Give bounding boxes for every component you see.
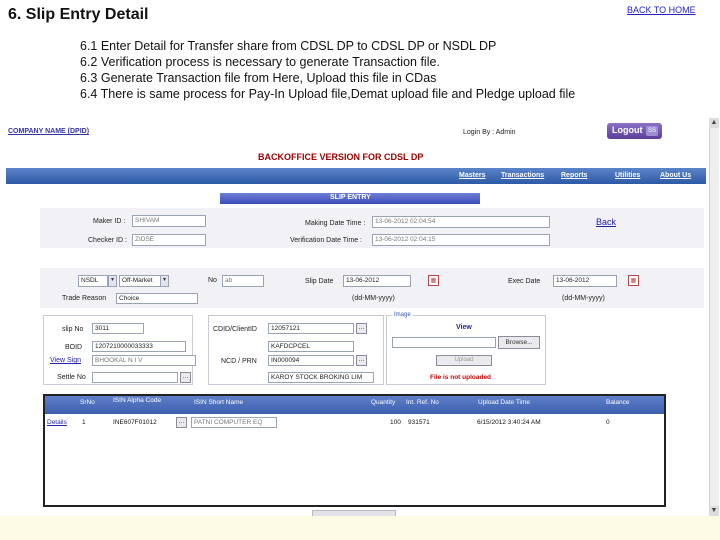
no-label: No (208, 277, 217, 284)
menu-masters[interactable]: Masters (459, 172, 485, 179)
col-int-ref-no: Int. Ref. No (406, 399, 439, 406)
settle-lookup-button[interactable]: … (180, 372, 191, 383)
making-datetime-field[interactable]: 13-06-2012 02:04:54 (372, 216, 550, 228)
company-name-link[interactable]: COMPANY NAME (DPID) (8, 128, 89, 135)
col-upload-date-time: Upload Date Time (478, 399, 531, 406)
view-sign-link[interactable]: View Sign (50, 357, 81, 364)
date-format-hint: (dd-MM-yyyy) (352, 295, 395, 302)
maker-id-label: Maker ID : (93, 218, 126, 225)
cell-int-ref: 931571 (408, 419, 430, 426)
settle-no-label: Settle No (57, 374, 86, 381)
cell-balance: 0 (606, 419, 610, 426)
col-isin-alpha-code: ISIN Alpha Code (113, 397, 162, 404)
verification-datetime-field[interactable]: 13-06-2012 02:04:15 (372, 234, 550, 246)
menu-transactions[interactable]: Transactions (501, 172, 544, 179)
file-status-text: File is not uploaded (430, 374, 492, 381)
row-details-link[interactable]: Details (47, 419, 67, 426)
cdid-label: CDID/ClientID (213, 326, 257, 333)
menu-utilities[interactable]: Utilities (615, 172, 640, 179)
menu-about-us[interactable]: About Us (660, 172, 691, 179)
depository-select[interactable]: NSDL (78, 275, 108, 287)
backoffice-banner: BACKOFFICE VERSION FOR CDSL DP (258, 152, 424, 162)
verification-datetime-label: Verification Date Time : (290, 237, 362, 244)
checker-id-label: Checker ID : (88, 237, 127, 244)
making-datetime-label: Making Date Time : (305, 220, 366, 227)
view-link[interactable]: View (456, 324, 472, 331)
exec-date-field[interactable]: 13-06-2012 (553, 275, 617, 287)
isin-lookup-button[interactable]: … (176, 417, 187, 428)
market-type-select[interactable]: Off-Market (119, 275, 161, 287)
boid-field[interactable]: 1207210000033333 (92, 341, 186, 352)
cell-upload-datetime: 6/15/2012 3:40:24 AM (477, 419, 541, 426)
main-menu-bar (6, 168, 706, 184)
ncd-label: NCD / PRN (221, 358, 257, 365)
login-by-label: Login By : Admin (463, 129, 516, 136)
slip-date-field[interactable]: 13-06-2012 (343, 275, 411, 287)
cell-isin: INE607F01012 (113, 419, 157, 426)
upload-button[interactable]: Upload (436, 355, 492, 366)
maker-id-field[interactable]: SHIVAM (132, 215, 206, 227)
cell-short-name[interactable]: PATNI COMPUTER EQ (191, 417, 277, 428)
slide-footer-band (0, 516, 720, 540)
image-legend: Image (392, 312, 413, 318)
scroll-down-icon[interactable]: ▼ (709, 506, 719, 516)
step-item: 6.4 There is same process for Pay-In Upl… (80, 87, 576, 101)
slip-no-field[interactable]: 3011 (92, 323, 144, 334)
menu-reports[interactable]: Reports (561, 172, 587, 179)
no-field[interactable]: ab (222, 275, 264, 287)
col-balance: Balance (606, 399, 630, 406)
date-format-hint: (dd-MM-yyyy) (562, 295, 605, 302)
settle-no-field[interactable] (92, 372, 178, 383)
step-item: 6.2 Verification process is necessary to… (80, 55, 440, 69)
calendar-icon[interactable]: ▦ (628, 275, 639, 286)
slip-date-label: Slip Date (305, 278, 334, 285)
logout-icon: SS (646, 126, 658, 136)
cell-quantity: 100 (390, 419, 401, 426)
file-path-field[interactable] (392, 337, 496, 348)
ncd-lookup-button[interactable]: … (356, 355, 367, 366)
exec-date-label: Exec Date (508, 278, 541, 285)
step-item: 6.3 Generate Transaction file from Here,… (80, 71, 437, 85)
chevron-down-icon[interactable]: ▾ (160, 275, 169, 287)
cdid-lookup-button[interactable]: … (356, 323, 367, 334)
back-to-home-link[interactable]: BACK TO HOME (627, 5, 696, 15)
browse-button[interactable]: Browse... (498, 336, 540, 349)
checker-id-field[interactable]: ZIDSE (132, 234, 206, 246)
col-isin-short-name: ISIN Short Name (194, 399, 244, 406)
ncd-field[interactable]: IN000094 (268, 355, 354, 366)
trade-reason-label: Trade Reason (62, 295, 107, 302)
calendar-icon[interactable]: ▦ (428, 275, 439, 286)
scroll-up-icon[interactable]: ▲ (709, 118, 719, 128)
col-srno: SrNo (80, 399, 95, 406)
slip-no-label: slip No (62, 326, 84, 333)
cell-srno: 1 (82, 419, 86, 426)
chevron-down-icon[interactable]: ▾ (108, 275, 117, 287)
vertical-scrollbar[interactable] (709, 118, 719, 516)
ncd-name-field[interactable]: KAROY STOCK BROKING LIM (268, 372, 374, 383)
boid-label: BOID (65, 344, 83, 351)
view-sign-field[interactable]: BHOOKAL N I V (92, 355, 196, 366)
col-quantity: Quantity (371, 399, 396, 406)
page-title: 6. Slip Entry Detail (8, 6, 149, 23)
back-link[interactable]: Back (596, 217, 616, 227)
cdid-field[interactable]: 12057121 (268, 323, 354, 334)
step-item: 6.1 Enter Detail for Transfer share from… (80, 39, 497, 53)
slip-entry-title: SLIP ENTRY (330, 194, 371, 201)
trade-reason-select[interactable]: Choice (116, 293, 198, 304)
cdid-name-field[interactable]: KAFDCPCEL (268, 341, 354, 352)
steps-list: 6.1 Enter Detail for Transfer share from… (80, 38, 575, 102)
